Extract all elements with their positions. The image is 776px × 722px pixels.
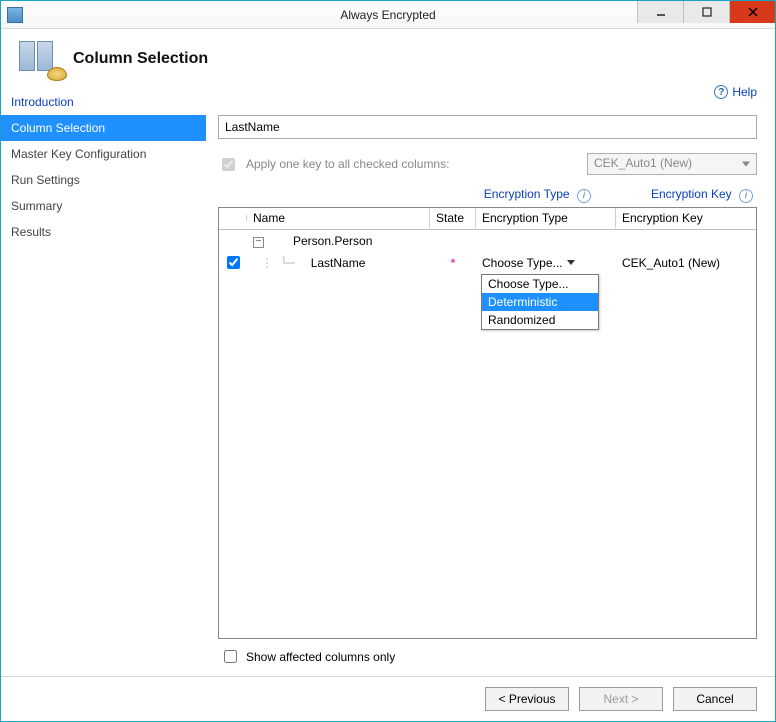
nav-summary[interactable]: Summary [1, 193, 206, 219]
encryption-key-cell[interactable]: CEK_Auto1 (New) [616, 256, 756, 270]
column-name: LastName [295, 256, 366, 270]
help-icon: ? [714, 85, 728, 99]
apply-key-row: Apply one key to all checked columns: CE… [218, 153, 757, 175]
wizard-footer: < Previous Next > Cancel [1, 676, 775, 721]
page-title: Column Selection [73, 50, 208, 68]
header-state[interactable]: State [430, 208, 476, 228]
close-icon [748, 7, 758, 17]
tree-collapse-icon[interactable]: − [253, 237, 264, 248]
encryption-key-link[interactable]: Encryption Key i [651, 187, 753, 203]
nav-results[interactable]: Results [1, 219, 206, 245]
chevron-down-icon [567, 260, 575, 265]
wizard-window: Always Encrypted Column Selection Introd… [0, 0, 776, 722]
show-affected-row: Show affected columns only [218, 639, 757, 666]
info-icon: i [739, 189, 753, 203]
encryption-type-dropdown[interactable]: Choose Type... [476, 256, 616, 270]
app-icon [7, 7, 23, 23]
encryption-key-value: CEK_Auto1 (New) [622, 256, 720, 270]
encryption-type-menu: Choose Type... Deterministic Randomized [481, 274, 599, 330]
apply-key-label: Apply one key to all checked columns: [246, 157, 449, 171]
table-name: Person.Person [293, 234, 372, 248]
column-row: ⋮ └─ LastName * Choose Type... CEK_Auto1… [219, 252, 756, 274]
wizard-nav: Introduction Column Selection Master Key… [1, 83, 206, 676]
apply-key-checkbox [222, 158, 235, 171]
nav-introduction[interactable]: Introduction [1, 89, 206, 115]
header-name[interactable]: Name [247, 208, 430, 228]
column-help-links: Encryption Type i Encryption Key i [218, 187, 757, 203]
cancel-button[interactable]: Cancel [673, 687, 757, 711]
maximize-button[interactable] [683, 1, 729, 23]
nav-master-key-configuration[interactable]: Master Key Configuration [1, 141, 206, 167]
apply-key-select: CEK_Auto1 (New) [587, 153, 757, 175]
encryption-type-link[interactable]: Encryption Type i [484, 187, 591, 203]
column-checkbox[interactable] [227, 256, 240, 269]
minimize-button[interactable] [637, 1, 683, 23]
maximize-icon [702, 7, 712, 17]
show-affected-checkbox[interactable] [224, 650, 237, 663]
state-changed-icon: * [451, 256, 456, 270]
titlebar: Always Encrypted [1, 1, 775, 29]
previous-button[interactable]: < Previous [485, 687, 569, 711]
window-controls [637, 1, 775, 23]
table-row: − Person.Person [219, 230, 756, 252]
grid-body: − Person.Person ⋮ └─ LastName * Choose T… [219, 230, 756, 639]
tree-line-icon: ⋮ └─ [247, 256, 295, 270]
header-encryption-key[interactable]: Encryption Key [616, 208, 756, 228]
nav-run-settings[interactable]: Run Settings [1, 167, 206, 193]
next-button[interactable]: Next > [579, 687, 663, 711]
window-title: Always Encrypted [340, 8, 435, 22]
column-selection-icon [19, 41, 63, 77]
type-option-randomized[interactable]: Randomized [482, 311, 598, 329]
minimize-icon [656, 7, 666, 17]
column-search-input[interactable] [218, 115, 757, 139]
page-header: Column Selection [1, 29, 775, 83]
wizard-body: Introduction Column Selection Master Key… [1, 83, 775, 676]
show-affected-label: Show affected columns only [246, 650, 395, 664]
help-label: Help [732, 85, 757, 99]
encryption-type-value: Choose Type... [482, 256, 563, 270]
columns-grid: Name State Encryption Type Encryption Ke… [218, 207, 757, 640]
apply-key-value: CEK_Auto1 (New) [594, 156, 692, 170]
header-encryption-type[interactable]: Encryption Type [476, 208, 616, 228]
header-checkbox [219, 215, 247, 221]
grid-header: Name State Encryption Type Encryption Ke… [219, 208, 756, 230]
type-option-deterministic[interactable]: Deterministic [482, 293, 598, 311]
type-option-choose[interactable]: Choose Type... [482, 275, 598, 293]
close-button[interactable] [729, 1, 775, 23]
nav-column-selection[interactable]: Column Selection [1, 115, 206, 141]
info-icon: i [577, 189, 591, 203]
wizard-main: ? Help Apply one key to all checked colu… [206, 83, 775, 676]
help-link[interactable]: ? Help [714, 85, 757, 99]
